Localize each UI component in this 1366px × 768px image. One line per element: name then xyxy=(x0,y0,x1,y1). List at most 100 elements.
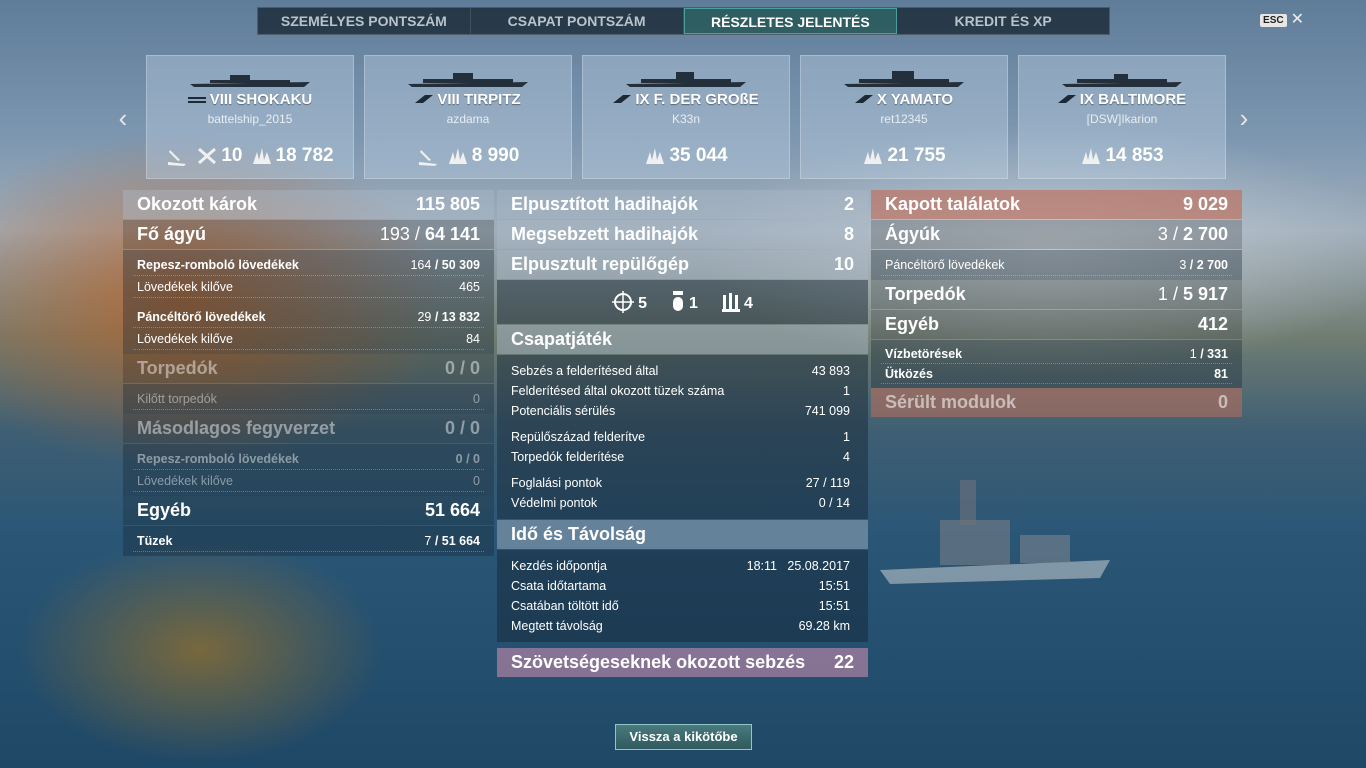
he-fired-row: Lövedékek kilőve 465 xyxy=(133,276,484,298)
ship-card[interactable]: IX F. DER GROßE K33n 35 044 xyxy=(582,55,790,179)
ship-silhouette-icon xyxy=(190,75,310,87)
battleship-class-icon xyxy=(415,95,434,104)
damage-icon xyxy=(1082,148,1101,164)
ship-silhouette-icon xyxy=(1062,74,1182,87)
torps-fired-row: Kilőtt torpedók 0 xyxy=(133,388,484,410)
tab-bar: SZEMÉLYES PONTSZÁM CSAPAT PONTSZÁM RÉSZL… xyxy=(257,7,1110,35)
ship-name: IX F. DER GROßE xyxy=(635,91,759,108)
damage-value: 18 782 xyxy=(275,145,334,166)
player-name: K33n xyxy=(671,112,701,126)
main-battery-details: Repesz-romboló lövedékek 164 / 50 309 Lö… xyxy=(123,250,494,354)
secondary-details: Repesz-romboló lövedékek 0 / 0 Lövedékek… xyxy=(123,444,494,496)
cruiser-class-icon xyxy=(1057,95,1076,104)
tab-personal-score[interactable]: SZEMÉLYES PONTSZÁM xyxy=(258,8,471,34)
torpedoes-header: Torpedók 0 / 0 xyxy=(123,354,494,383)
teamplay-row: Felderítésed által okozott tüzek száma 1 xyxy=(511,384,850,398)
flooding-row: Vízbetörések 1 / 331 xyxy=(881,344,1232,364)
damage-value: 21 755 xyxy=(887,145,946,166)
planes-destroyed-icon xyxy=(198,147,217,165)
back-to-port-button[interactable]: Vissza a kikötőbe xyxy=(615,724,752,750)
damage-value: 14 853 xyxy=(1105,145,1164,166)
ap-fired-row: Lövedékek kilőve 84 xyxy=(133,328,484,350)
player-name: azdama xyxy=(446,112,490,126)
other-taken-header: Egyéb 412 xyxy=(871,310,1242,339)
damage-icon xyxy=(448,148,467,164)
guns-details: Páncéltörő lövedékek 3 / 2 700 xyxy=(871,250,1242,280)
torpedo-hit-icon xyxy=(418,150,437,166)
tab-credits-xp[interactable]: KREDIT ÉS XP xyxy=(897,8,1109,34)
aircraft-carrier-hit-icon xyxy=(168,150,187,166)
damage-icon xyxy=(252,148,271,164)
time-distance-details: Kezdés időpontja 18:11 25.08.2017 Csata i… xyxy=(497,550,868,642)
teamplay-row: Foglalási pontok 27 / 119 xyxy=(511,476,850,490)
torpedoes-details: Kilőtt torpedók 0 xyxy=(123,384,494,414)
ship-card[interactable]: VIII TIRPITZ azdama 8 990 xyxy=(364,55,572,179)
damaged-ships-list: VIII SHOKAKU battelship_2015 10 18 782 V… xyxy=(146,55,1226,179)
tab-detailed-report[interactable]: RÉSZLETES JELENTÉS xyxy=(683,8,898,34)
damage-dealt-header: Okozott károk 115 805 xyxy=(123,190,494,219)
damage-dealt-panel: Okozott károk 115 805 Fő ágyú 193 / 64 1… xyxy=(123,190,494,556)
other-damage-details: Tüzek 7 / 51 664 xyxy=(123,526,494,556)
teamplay-header: Csapatjáték xyxy=(497,325,868,354)
main-battery-header: Fő ágyú 193 / 64 141 xyxy=(123,220,494,249)
ships-destroyed-row: Elpusztított hadihajók 2 xyxy=(497,190,868,219)
ship-name: VIII SHOKAKU xyxy=(209,91,313,108)
ramming-row: Ütközés 81 xyxy=(881,364,1232,384)
player-name: ret12345 xyxy=(880,112,928,126)
fires-row: Tüzek 7 / 51 664 xyxy=(133,530,484,552)
other-damage-header: Egyéb 51 664 xyxy=(123,496,494,525)
teamplay-row: Torpedók felderítése 4 xyxy=(511,450,850,464)
tab-team-score[interactable]: CSAPAT PONTSZÁM xyxy=(471,8,684,34)
ship-name: X YAMATO xyxy=(876,91,954,108)
ap-shells-row: Páncéltörő lövedékek 29 / 13 832 xyxy=(133,306,484,328)
hit-type-counts: 5 1 4 xyxy=(497,280,868,324)
sec-fired-row: Lövedékek kilőve 0 xyxy=(133,470,484,492)
hits-taken-header: Kapott találatok 9 029 xyxy=(871,190,1242,219)
citadel-icon xyxy=(612,291,635,313)
battleship-class-icon xyxy=(854,95,873,104)
player-name: [DSW]Ikarion xyxy=(1086,112,1158,126)
torps-taken-header: Torpedók 1 / 5 917 xyxy=(871,280,1242,309)
secondary-header: Másodlagos fegyverzet 0 / 0 xyxy=(123,414,494,443)
ally-damage-row: Szövetségeseknek okozott sebzés 22 xyxy=(497,648,868,677)
teamplay-details: Sebzés a felderítésed által 43 893 Felder… xyxy=(497,355,868,519)
esc-key-label: ESC xyxy=(1260,13,1287,27)
time-row: Csatában töltött idő 15:51 xyxy=(511,599,850,613)
teamplay-row: Védelmi pontok 0 / 14 xyxy=(511,496,850,510)
prev-arrow-icon[interactable]: ‹ xyxy=(113,103,133,134)
torpedo-icon xyxy=(673,291,684,311)
damage-dealt-value: 115 805 xyxy=(415,194,480,214)
ship-name: IX BALTIMORE xyxy=(1079,91,1187,108)
carrier-class-icon xyxy=(187,97,206,104)
next-arrow-icon[interactable]: › xyxy=(1234,103,1254,134)
hits-taken-panel: Kapott találatok 9 029 Ágyúk 3 / 2 700 P… xyxy=(871,190,1242,418)
ship-silhouette-icon xyxy=(408,73,528,87)
time-distance-header: Idő és Távolság xyxy=(497,520,868,549)
ap-taken-row: Páncéltörő lövedékek 3 / 2 700 xyxy=(881,254,1232,276)
ship-silhouette-icon xyxy=(626,72,746,87)
close-button[interactable]: ESC ✕ xyxy=(1260,11,1304,28)
he-shells-row: Repesz-romboló lövedékek 164 / 50 309 xyxy=(133,254,484,276)
planes-destroyed-value: 10 xyxy=(221,145,243,166)
ship-card[interactable]: X YAMATO ret12345 21 755 xyxy=(800,55,1008,179)
ship-card[interactable]: VIII SHOKAKU battelship_2015 10 18 782 xyxy=(146,55,354,179)
teamplay-row: Sebzés a felderítésed által 43 893 xyxy=(511,364,850,378)
damage-value: 8 990 xyxy=(471,145,520,166)
close-icon: ✕ xyxy=(1290,11,1304,28)
ship-silhouette-icon xyxy=(844,71,964,87)
time-row: Kezdés időpontja 18:11 25.08.2017 xyxy=(511,559,850,573)
battle-summary-panel: Elpusztított hadihajók 2 Megsebzett hadi… xyxy=(497,190,868,678)
shells-icon xyxy=(721,293,740,312)
other-taken-details: Vízbetörések 1 / 331 Ütközés 81 xyxy=(871,340,1242,388)
time-row: Megtett távolság 69.28 km xyxy=(511,619,850,633)
damage-icon xyxy=(864,148,883,164)
guns-header: Ágyúk 3 / 2 700 xyxy=(871,220,1242,249)
ship-card[interactable]: IX BALTIMORE [DSW]Ikarion 14 853 xyxy=(1018,55,1226,179)
planes-destroyed-row: Elpusztult repülőgép 10 xyxy=(497,250,868,279)
teamplay-row: Repülőszázad felderítve 1 xyxy=(511,430,850,444)
battleship-class-icon xyxy=(613,95,632,104)
sec-he-row: Repesz-romboló lövedékek 0 / 0 xyxy=(133,448,484,470)
background-ship-image xyxy=(880,480,1110,584)
time-row: Csata időtartama 15:51 xyxy=(511,579,850,593)
damaged-modules-header: Sérült modulok 0 xyxy=(871,388,1242,417)
